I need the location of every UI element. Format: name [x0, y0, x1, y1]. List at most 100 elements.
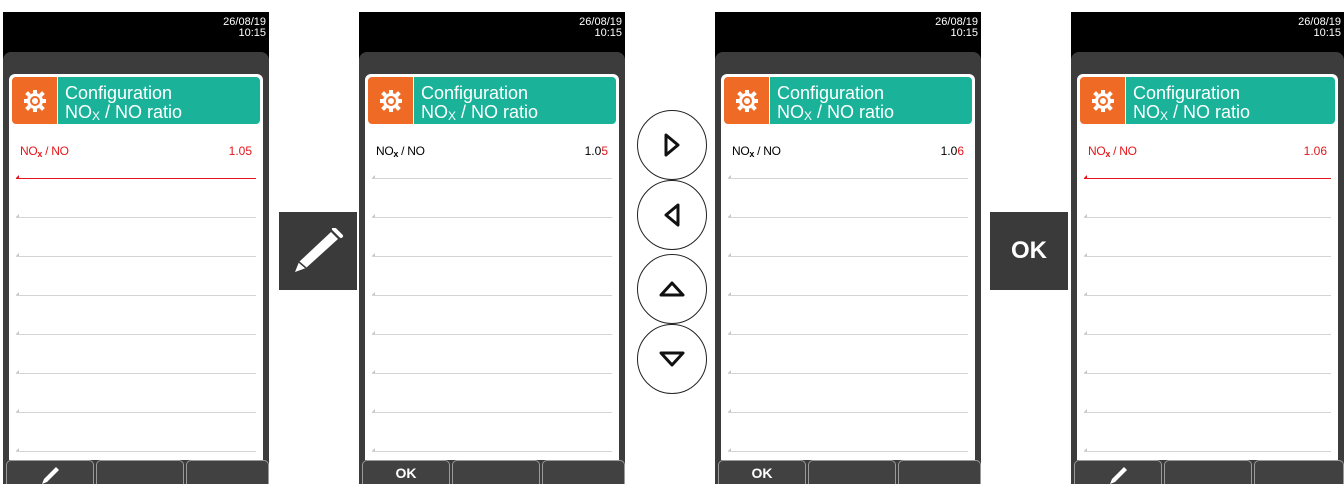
list-item — [1084, 413, 1331, 452]
value-digit-editing: 5 — [601, 144, 608, 158]
content-panel: Configuration NOX / NO ratio NOx / NO 1.… — [1077, 74, 1338, 460]
softkey-ok[interactable]: OK — [362, 460, 450, 484]
list-item — [728, 413, 968, 452]
title-line-1: Configuration — [777, 83, 885, 103]
value-main: 1.05 — [228, 144, 252, 158]
list-item-nox-no[interactable]: NOx / NO 1.05 — [372, 140, 612, 179]
content-panel: Configuration NOX / NO ratio NOx / NO 1.… — [721, 74, 975, 460]
pencil-icon — [295, 228, 343, 272]
ok-tile-label: OK — [1011, 237, 1047, 264]
softkey-3[interactable] — [186, 460, 269, 484]
menu-header: Configuration NOX / NO ratio — [12, 77, 260, 124]
list-item-nox-no[interactable]: NOx / NO 1.05 — [16, 140, 256, 179]
list-item — [372, 374, 612, 413]
row-label: NOx / NO — [20, 144, 69, 159]
gear-icon — [368, 77, 413, 124]
title-rest: / NO ratio — [1168, 102, 1251, 122]
softkey-bar — [3, 460, 269, 484]
title-nox: NO — [65, 102, 92, 122]
list-item — [372, 218, 612, 257]
screen-4: 26/08/19 10:15 Configuration NOX / NO ra… — [1071, 12, 1344, 484]
ok-key-tile[interactable]: OK — [990, 212, 1068, 290]
title-line-1: Configuration — [421, 83, 529, 103]
list-item — [372, 296, 612, 335]
value-main: 1.0 — [940, 144, 958, 158]
title-line-1: Configuration — [65, 83, 173, 103]
clock: 26/08/19 10:15 — [223, 17, 266, 39]
softkey-bar: OK — [715, 460, 981, 484]
row-label: NOx / NO — [1088, 144, 1137, 159]
softkey-2[interactable] — [808, 460, 896, 484]
softkey-3[interactable] — [542, 460, 625, 484]
softkey-bar: OK — [359, 460, 625, 484]
softkey-2[interactable] — [452, 460, 540, 484]
title-rest: / NO ratio — [812, 102, 895, 122]
time-text: 10:15 — [594, 27, 622, 39]
list-item — [16, 413, 256, 452]
list-item — [1084, 218, 1331, 257]
arrow-up-icon — [659, 281, 685, 297]
gear-icon — [1080, 77, 1125, 124]
softkey-edit[interactable] — [6, 460, 94, 484]
softkey-2[interactable] — [96, 460, 184, 484]
row-label: NOx / NO — [732, 144, 781, 159]
list-item — [372, 335, 612, 374]
list-item — [372, 257, 612, 296]
list-item — [1084, 296, 1331, 335]
list-item — [372, 179, 612, 218]
row-label-main: NO — [20, 144, 38, 158]
value-digit-editing: 6 — [957, 144, 964, 158]
gear-icon — [724, 77, 769, 124]
param-list: NOx / NO 1.05 — [372, 140, 612, 452]
list-item — [16, 374, 256, 413]
menu-header: Configuration NOX / NO ratio — [1080, 77, 1335, 124]
up-arrow-button[interactable] — [637, 254, 707, 324]
title-nox: NO — [1133, 102, 1160, 122]
list-item-nox-no[interactable]: NOx / NO 1.06 — [728, 140, 968, 179]
arrow-right-icon — [664, 133, 680, 157]
clock: 26/08/19 10:15 — [935, 17, 978, 39]
title-sub: X — [448, 109, 457, 123]
value-main: 1.06 — [1303, 144, 1327, 158]
softkey-3[interactable] — [898, 460, 981, 484]
content-panel: Configuration NOX / NO ratio NOx / NO 1.… — [9, 74, 263, 460]
param-list: NOx / NO 1.05 — [16, 140, 256, 452]
list-item — [16, 335, 256, 374]
softkey-ok[interactable]: OK — [718, 460, 806, 484]
list-item — [728, 257, 968, 296]
arrow-left-icon — [664, 203, 680, 227]
menu-header: Configuration NOX / NO ratio — [368, 77, 616, 124]
row-label: NOx / NO — [376, 144, 425, 159]
right-arrow-button[interactable] — [637, 110, 707, 180]
screen-1: 26/08/19 10:15 Configuration NOX / NO ra… — [3, 12, 269, 484]
title-sub: X — [92, 109, 101, 123]
row-label-rest: / NO — [398, 144, 425, 158]
title-line-2: NOX / NO ratio — [65, 103, 260, 126]
title-sub: X — [1160, 109, 1169, 123]
pencil-icon — [42, 467, 59, 484]
list-item — [1084, 179, 1331, 218]
title-nox: NO — [421, 102, 448, 122]
row-value: 1.06 — [941, 144, 964, 158]
edit-key-tile[interactable] — [279, 212, 357, 290]
row-label-rest: / NO — [1110, 144, 1137, 158]
page-title: Configuration NOX / NO ratio — [58, 77, 260, 124]
title-rest: / NO ratio — [100, 102, 183, 122]
page-title: Configuration NOX / NO ratio — [414, 77, 616, 124]
time-text: 10:15 — [950, 27, 978, 39]
time-text: 10:15 — [238, 27, 266, 39]
page-title: Configuration NOX / NO ratio — [1126, 77, 1335, 124]
title-line-2: NOX / NO ratio — [421, 103, 616, 126]
list-item — [728, 218, 968, 257]
title-rest: / NO ratio — [456, 102, 539, 122]
list-item — [728, 179, 968, 218]
softkey-2[interactable] — [1164, 460, 1252, 484]
menu-header: Configuration NOX / NO ratio — [724, 77, 972, 124]
clock: 26/08/19 10:15 — [1298, 17, 1341, 39]
time-text: 10:15 — [1313, 27, 1341, 39]
down-arrow-button[interactable] — [637, 324, 707, 394]
left-arrow-button[interactable] — [637, 180, 707, 250]
softkey-edit[interactable] — [1074, 460, 1162, 484]
softkey-3[interactable] — [1254, 460, 1344, 484]
list-item-nox-no[interactable]: NOx / NO 1.06 — [1084, 140, 1331, 179]
